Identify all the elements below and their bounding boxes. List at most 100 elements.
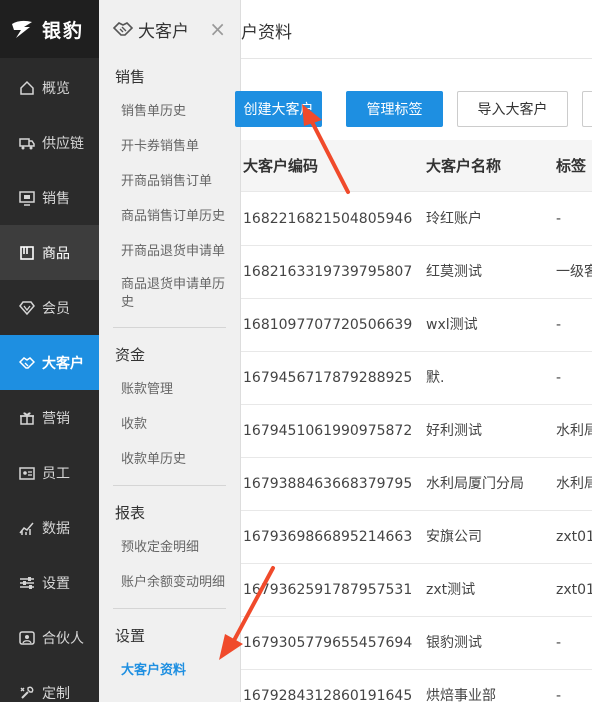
sub-menu-item[interactable]: 商品退货申请单历史 — [99, 269, 240, 319]
brand-mark-icon — [10, 18, 36, 40]
close-icon[interactable]: × — [209, 19, 226, 39]
column-header-name[interactable]: 大客户名称 — [426, 140, 501, 192]
cell-customer-name: 银豹测试 — [426, 635, 482, 651]
sliders-icon — [18, 574, 36, 592]
cell-customer-code: 1679388463668379795 — [243, 476, 413, 492]
create-big-customer-button[interactable]: 创建大客户 — [235, 91, 322, 127]
import-big-customer-button[interactable]: 导入大客户 — [457, 91, 568, 127]
sub-menu-item[interactable]: 大客户资料 — [99, 653, 240, 688]
sub-menu-item[interactable]: 开商品销售订单 — [99, 164, 240, 199]
sub-menu-item[interactable]: 账款管理 — [99, 372, 240, 407]
cell-customer-code: 1679284312860191645 — [243, 688, 413, 702]
nav-item-label: 销售 — [42, 190, 70, 207]
group-divider — [113, 327, 226, 328]
sub-menu-item[interactable]: 商品销售订单历史 — [99, 199, 240, 234]
cell-customer-code: 1679362591787957531 — [243, 582, 413, 598]
cell-customer-tag: zxt01 — [556, 529, 592, 545]
table-row[interactable]: 1679305779655457694 银豹测试 - — [241, 617, 592, 670]
nav-list: 概览供应链销售商品会员大客户 营销员工数据设置合伙人定制 — [0, 60, 99, 702]
sub-menu-item[interactable]: 收款 — [99, 407, 240, 442]
nav-item-label: 供应链 — [42, 135, 84, 152]
cell-customer-name: 玲红账户 — [426, 211, 482, 227]
nav-item-overview[interactable]: 概览 — [0, 60, 99, 115]
gift-icon — [18, 409, 36, 427]
cell-customer-code: 1679456717879288925 — [243, 370, 413, 386]
sub-menu-item[interactable]: 销售单历史 — [99, 94, 240, 129]
nav-item-data[interactable]: 数据 — [0, 500, 99, 555]
diamond-icon — [18, 299, 36, 317]
sub-menu-item[interactable]: 账户余额变动明细 — [99, 565, 240, 600]
nav-item-label: 合伙人 — [42, 630, 84, 647]
manage-tags-button[interactable]: 管理标签 — [346, 91, 443, 127]
cell-customer-tag: 一级客 — [556, 264, 592, 280]
cell-customer-name: 水利局厦门分局 — [426, 476, 524, 492]
main-nav: 银豹 概览供应链销售商品会员大客户 营销员工数据设置合伙人定制 — [0, 0, 99, 702]
menu-group-title: 销售 — [115, 67, 146, 86]
cell-customer-name: 红莫测试 — [426, 264, 482, 280]
home-icon — [18, 79, 36, 97]
column-header-tag[interactable]: 标签 — [556, 140, 586, 192]
book-icon — [18, 244, 36, 262]
sub-menu-panel: 大客户 × 销售销售单历史 开卡券销售单 开商品销售订单 商品销售订单历史 开商品退货申… — [99, 0, 241, 702]
nav-item-member[interactable]: 会员 — [0, 280, 99, 335]
table-row[interactable]: 1679388463668379795 水利局厦门分局 水利局 — [241, 458, 592, 511]
sub-menu-item[interactable]: 收款单历史 — [99, 442, 240, 477]
nav-item-marketing[interactable]: 营销 — [0, 390, 99, 445]
cell-customer-code: 1679451061990975872 — [243, 423, 413, 439]
table-row[interactable]: 1679284312860191645 烘焙事业部 - — [241, 670, 592, 702]
brand-logo[interactable]: 银豹 — [0, 0, 99, 58]
table-row[interactable]: 1679451061990975872 好利测试 水利局 — [241, 405, 592, 458]
id-card-icon — [18, 464, 36, 482]
table-header: 大客户编码 大客户名称 标签 — [241, 140, 592, 192]
cell-customer-name: 安旗公司 — [426, 529, 482, 545]
handshake-icon — [18, 354, 36, 372]
more-button[interactable] — [582, 91, 592, 127]
cell-customer-name: 好利测试 — [426, 423, 482, 439]
cell-customer-code: 1681097707720506639 — [243, 317, 413, 333]
cell-customer-tag: - — [556, 317, 562, 333]
group-divider — [113, 485, 226, 486]
truck-icon — [18, 134, 36, 152]
sub-menu-header: 大客户 × — [99, 0, 240, 58]
table-row[interactable]: 1679362591787957531 zxt测试 zxt01 — [241, 564, 592, 617]
nav-item-partner[interactable]: 合伙人 — [0, 610, 99, 665]
cell-customer-code: 1682216821504805946 — [243, 211, 413, 227]
cell-customer-tag: - — [556, 688, 562, 702]
table-row[interactable]: 1682163319739795807 红莫测试 一级客 — [241, 246, 592, 299]
nav-item-label: 会员 — [42, 300, 70, 317]
nav-item-label: 概览 — [42, 80, 70, 97]
sub-menu-item[interactable]: 开商品退货申请单 — [99, 234, 240, 269]
table-row[interactable]: 1679456717879288925 默. - — [241, 352, 592, 405]
cell-customer-tag: 水利局 — [556, 423, 592, 439]
cell-customer-code: 1682163319739795807 — [243, 264, 413, 280]
menu-group-title: 设置 — [115, 626, 146, 645]
nav-item-label: 员工 — [42, 465, 70, 482]
cell-customer-name: 烘焙事业部 — [426, 688, 496, 702]
brand-name: 银豹 — [42, 19, 85, 42]
cell-customer-tag: - — [556, 211, 562, 227]
nav-item-label: 数据 — [42, 520, 70, 537]
nav-item-goods[interactable]: 商品 — [0, 225, 99, 280]
nav-item-staff[interactable]: 员工 — [0, 445, 99, 500]
sub-menu-item[interactable]: 预收定金明细 — [99, 530, 240, 565]
menu-group-title: 资金 — [115, 345, 146, 364]
page-title: 户资料 — [241, 23, 292, 43]
cell-customer-code: 1679305779655457694 — [243, 635, 413, 651]
table-row[interactable]: 1681097707720506639 wxl测试 - — [241, 299, 592, 352]
cell-customer-name: zxt测试 — [426, 582, 476, 598]
nav-item-settings[interactable]: 设置 — [0, 555, 99, 610]
table-row[interactable]: 1682216821504805946 玲红账户 - — [241, 193, 592, 246]
table-row[interactable]: 1679369866895214663 安旗公司 zxt01 — [241, 511, 592, 564]
sub-menu-groups: 销售销售单历史 开卡券销售单 开商品销售订单 商品销售订单历史 开商品退货申请单 商品退货… — [99, 58, 240, 688]
nav-item-supply[interactable]: 供应链 — [0, 115, 99, 170]
cell-customer-tag: - — [556, 635, 562, 651]
nav-item-bigcustomer[interactable]: 大客户 — [0, 335, 99, 390]
column-header-code[interactable]: 大客户编码 — [243, 140, 318, 192]
cell-customer-tag: zxt01 — [556, 582, 592, 598]
nav-item-custom[interactable]: 定制 — [0, 665, 99, 702]
nav-item-label: 设置 — [42, 575, 70, 592]
nav-item-label: 定制 — [42, 685, 70, 702]
handshake-icon — [112, 20, 134, 38]
sub-menu-item[interactable]: 开卡券销售单 — [99, 129, 240, 164]
nav-item-sales[interactable]: 销售 — [0, 170, 99, 225]
